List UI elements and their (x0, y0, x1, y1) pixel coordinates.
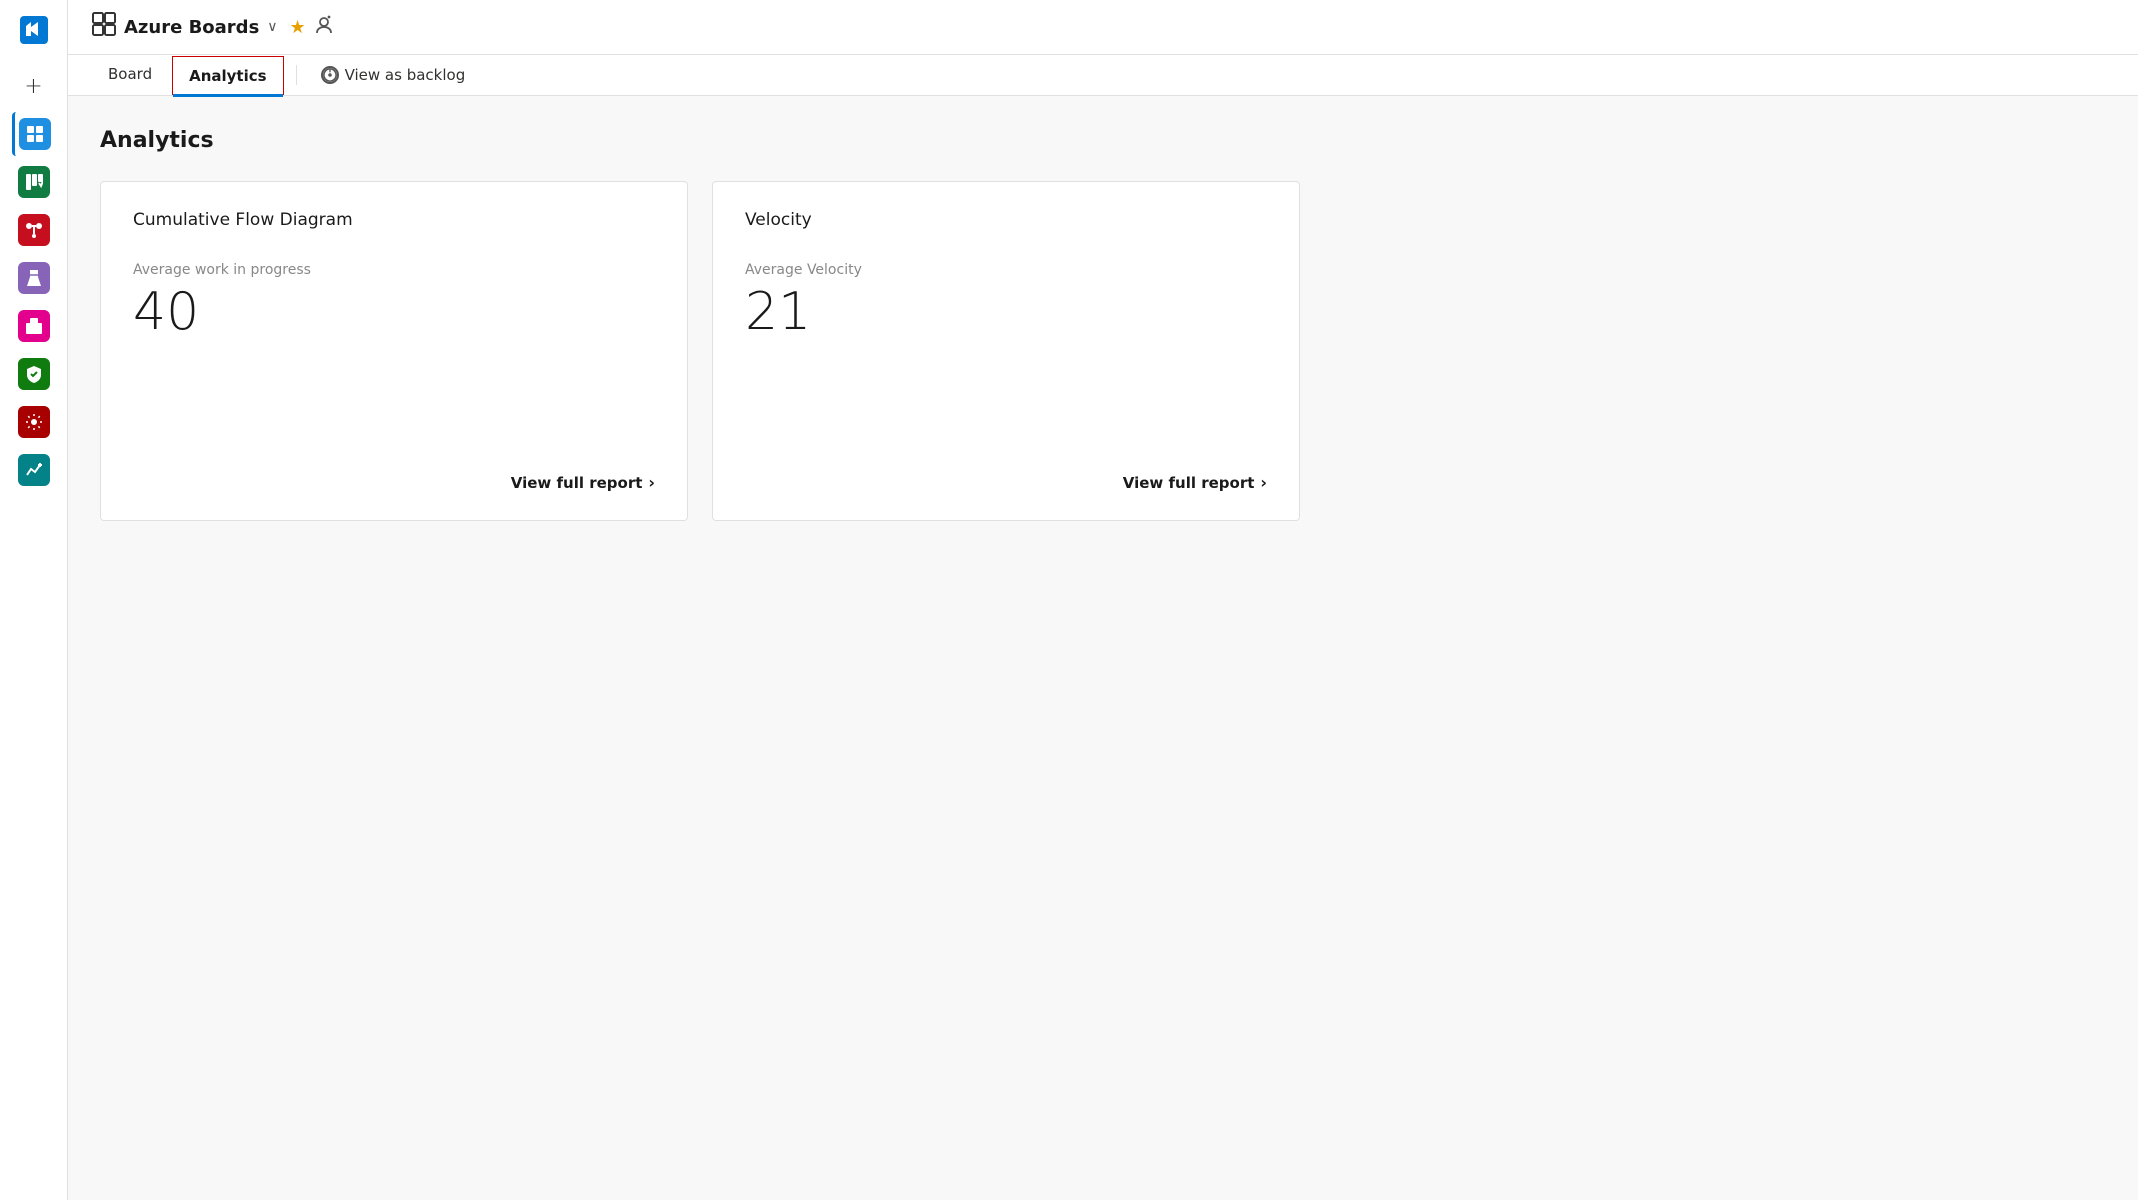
analytics-tab[interactable]: Analytics (172, 56, 283, 95)
settings-nav-icon[interactable] (12, 400, 56, 444)
test-nav-icon[interactable] (12, 256, 56, 300)
boards-nav-icon[interactable] (12, 112, 56, 156)
pipelines-nav-icon[interactable] (12, 208, 56, 252)
page-title: Analytics (100, 128, 2106, 153)
main-content: Azure Boards ∨ ★ Board Analytics View as… (68, 0, 2138, 1200)
nav-divider (296, 65, 297, 85)
cumulative-flow-metric-value: 40 (133, 286, 655, 338)
board-tab[interactable]: Board (92, 55, 168, 95)
cumulative-flow-report-label: View full report (511, 474, 643, 492)
velocity-chevron-icon: › (1260, 473, 1267, 492)
person-icon[interactable] (314, 15, 334, 40)
cumulative-flow-footer[interactable]: View full report › (133, 473, 655, 492)
cumulative-flow-chevron-icon: › (648, 473, 655, 492)
velocity-card[interactable]: Velocity Average Velocity 21 View full r… (712, 181, 1300, 521)
cumulative-flow-metric-label: Average work in progress (133, 262, 655, 278)
view-as-backlog-label: View as backlog (345, 66, 466, 84)
azure-devops-logo[interactable] (12, 8, 56, 52)
velocity-report-label: View full report (1123, 474, 1255, 492)
board-header-icon (92, 12, 116, 42)
velocity-metric-label: Average Velocity (745, 262, 1267, 278)
velocity-footer[interactable]: View full report › (745, 473, 1267, 492)
nav-tabs: Board Analytics View as backlog (68, 55, 2138, 96)
view-as-backlog-button[interactable]: View as backlog (305, 56, 482, 94)
security-nav-icon[interactable] (12, 352, 56, 396)
kanban-nav-icon[interactable] (12, 160, 56, 204)
analytics-cards-grid: Cumulative Flow Diagram Average work in … (100, 181, 1300, 521)
content-area: Analytics Cumulative Flow Diagram Averag… (68, 96, 2138, 1200)
view-as-backlog-icon (321, 66, 339, 84)
cumulative-flow-title: Cumulative Flow Diagram (133, 210, 655, 230)
add-icon[interactable]: + (12, 64, 56, 108)
favorite-star[interactable]: ★ (290, 17, 306, 38)
app-title: Azure Boards (124, 17, 259, 38)
velocity-metric-value: 21 (745, 286, 1267, 338)
analytics-nav-icon[interactable] (12, 448, 56, 492)
artifacts-nav-icon[interactable] (12, 304, 56, 348)
sidebar: + (0, 0, 68, 1200)
velocity-title: Velocity (745, 210, 1267, 230)
title-chevron[interactable]: ∨ (267, 19, 277, 35)
header: Azure Boards ∨ ★ (68, 0, 2138, 55)
cumulative-flow-card[interactable]: Cumulative Flow Diagram Average work in … (100, 181, 688, 521)
